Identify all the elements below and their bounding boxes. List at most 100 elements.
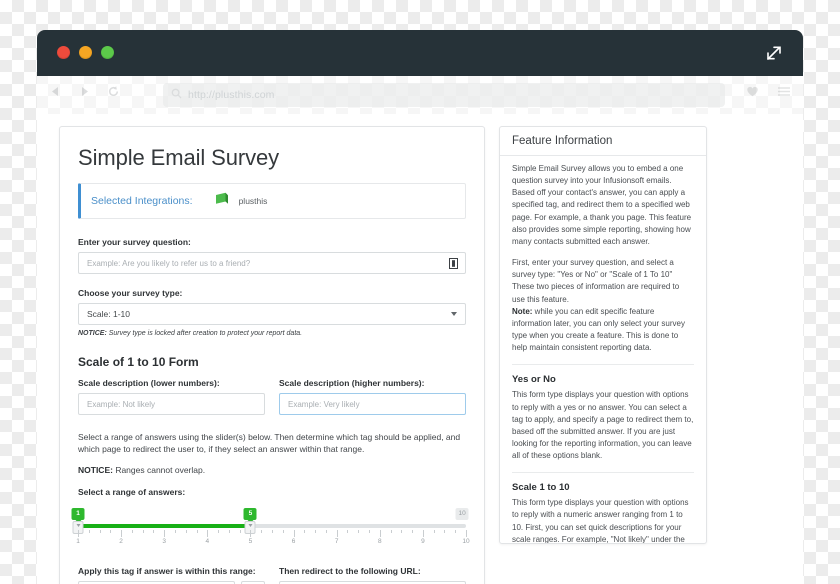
range-instructions: Select a range of answers using the slid… [78, 432, 461, 455]
slider-tick [293, 529, 295, 537]
menu-icon[interactable] [777, 85, 791, 98]
back-icon[interactable] [49, 85, 62, 98]
feature-information-panel: Feature Information Simple Email Survey … [499, 126, 707, 544]
slider-tick-minor [153, 529, 155, 533]
scale-higher-input[interactable]: Example: Very likely [279, 393, 466, 415]
redirect-url-input[interactable] [279, 580, 466, 584]
survey-type-notice-prefix: NOTICE: [78, 330, 107, 337]
survey-question-input[interactable]: Example: Are you likely to refer us to a… [78, 252, 466, 274]
slider-tick-minor [315, 529, 317, 533]
slider-tick-label: 5 [248, 537, 253, 545]
slider-tick-label: 1 [76, 537, 80, 545]
slider-tick-minor [239, 529, 241, 533]
add-tag-button[interactable]: + [241, 580, 265, 584]
range-end-badge: 5 [243, 507, 257, 520]
slider-tick [466, 529, 467, 537]
range-slider-label: Select a range of answers: [78, 486, 186, 497]
slider-tick-minor [455, 529, 457, 533]
slider-tick-minor [304, 529, 306, 533]
slider-tick [379, 529, 381, 537]
slider-tick-minor [369, 529, 370, 533]
address-bar[interactable]: http://plusthis.com [163, 83, 725, 107]
url-text: http://plusthis.com [188, 89, 275, 101]
maximize-window-button[interactable] [101, 46, 114, 59]
overlap-notice-text: Ranges cannot overlap. [112, 464, 206, 475]
slider-tick-label: 6 [291, 537, 296, 545]
slider-tick-minor [218, 529, 220, 533]
expand-arrows-icon[interactable] [763, 42, 785, 64]
tag-and-redirect-row: Apply this tag if answer is within this … [78, 566, 466, 584]
selected-integrations-label: Selected Integrations: [91, 195, 193, 207]
range-start-badge: 1 [71, 507, 85, 520]
toolbar-right-icons [746, 85, 791, 98]
slider-tick-minor [347, 529, 349, 533]
slider-tick-minor [358, 529, 360, 533]
slider-tick-minor [99, 529, 101, 533]
slider-tick-minor [444, 529, 446, 533]
scale-lower-input[interactable]: Example: Not likely [78, 393, 265, 415]
scale-lower-placeholder: Example: Not likely [87, 399, 156, 409]
slider-tick-minor [131, 529, 133, 533]
scale-higher-label: Scale description (higher numbers): [279, 378, 425, 388]
slider-tick-label: 2 [119, 537, 123, 545]
window-controls [57, 46, 114, 59]
overlap-notice: NOTICE: Ranges cannot overlap. [78, 465, 466, 475]
survey-type-notice-text: Survey type is locked after creation to … [106, 330, 303, 337]
survey-question-placeholder: Example: Are you likely to refer us to a… [87, 258, 251, 268]
slider-tick-label: 3 [162, 537, 167, 545]
browser-titlebar [37, 30, 803, 76]
slider-tick [78, 529, 79, 537]
slider-tick-label: 7 [334, 537, 339, 545]
survey-question-label: Enter your survey question: [78, 237, 191, 247]
survey-type-notice: NOTICE: Survey type is locked after crea… [78, 330, 466, 337]
slider-tick-minor [261, 529, 263, 533]
slider-tick [207, 529, 209, 537]
slider-tick-label: 9 [421, 537, 425, 545]
forward-icon[interactable] [78, 85, 91, 98]
slider-tick-minor [272, 529, 273, 533]
slider-tick [250, 529, 252, 537]
overlap-notice-prefix: NOTICE: [78, 464, 113, 475]
slider-tick-minor [185, 529, 187, 533]
survey-type-select[interactable]: Scale: 1-10 [78, 303, 466, 325]
browser-toolbar: http://plusthis.com [37, 76, 803, 114]
reload-icon[interactable] [107, 85, 120, 98]
sidebar-section-body: This form type displays your question wi… [512, 498, 689, 544]
slider-tick [164, 529, 166, 537]
sidebar-note-label: Note: [512, 306, 533, 316]
range-slider[interactable]: 1 5 10 1 2 3 4 5 6 7 8 9 10 [71, 507, 470, 554]
browser-window: http://plusthis.com Simple Email Survey … [37, 30, 803, 584]
plusthis-logo-icon [215, 192, 229, 210]
search-icon [171, 86, 182, 104]
slider-tick-minor [412, 529, 414, 533]
close-window-button[interactable] [57, 46, 70, 59]
slider-tick [336, 529, 338, 537]
slider-tick-minor [325, 529, 327, 533]
sidebar-paragraph: Simple Email Survey allows you to embed … [512, 164, 692, 246]
heart-icon[interactable] [746, 85, 759, 98]
slider-tick [121, 529, 123, 537]
slider-tick-label: 10 [462, 537, 470, 545]
slider-tick-minor [282, 529, 284, 533]
integration-name: plusthis [238, 196, 268, 206]
merge-field-icon[interactable] [449, 258, 458, 271]
sidebar-section-body: This form type displays your question wi… [512, 390, 694, 461]
scale-lower-label: Scale description (lower numbers): [78, 378, 220, 388]
sidebar-paragraph: First, enter your survey question, and s… [512, 257, 694, 354]
slider-tick-label: 8 [377, 537, 382, 545]
slider-tick-minor [401, 529, 403, 533]
slider-tick-minor [433, 529, 435, 533]
scale-higher-placeholder: Example: Very likely [288, 399, 360, 409]
chevron-down-icon [451, 312, 457, 316]
slider-track[interactable] [78, 523, 466, 528]
slider-track-fill [78, 523, 251, 528]
survey-type-label: Choose your survey type: [78, 288, 183, 298]
minimize-window-button[interactable] [79, 46, 92, 59]
sidebar-section-heading: Scale 1 to 10 [512, 482, 570, 494]
slider-tick-minor [175, 529, 176, 533]
feature-information-title: Feature Information [500, 127, 706, 156]
slider-tick-minor [110, 529, 112, 533]
slider-tick-label: 4 [205, 537, 210, 545]
sidebar-divider [512, 472, 694, 474]
apply-tag-select[interactable]: Do not apply a tag [78, 580, 235, 584]
